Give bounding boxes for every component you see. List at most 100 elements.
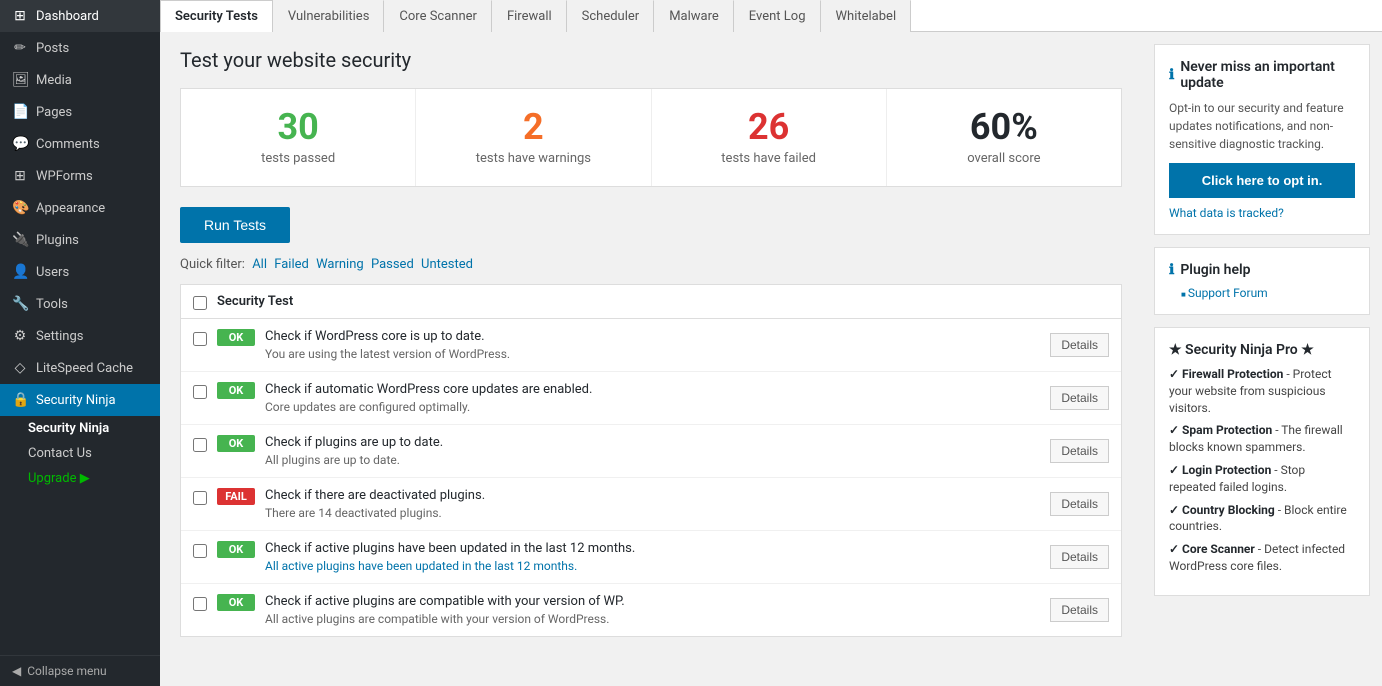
sidebar-item-wpforms[interactable]: ⊞ WPForms — [0, 160, 160, 192]
row-3-badge: OK — [217, 435, 255, 452]
sidebar-item-appearance[interactable]: 🎨 Appearance — [0, 192, 160, 224]
pro-item-4: ✓ Country Blocking - Block entire countr… — [1169, 502, 1355, 536]
row-6-details-button[interactable]: Details — [1050, 598, 1109, 622]
tabs-bar: Security Tests Vulnerabilities Core Scan… — [160, 0, 1382, 32]
row-1-details-button[interactable]: Details — [1050, 333, 1109, 357]
row-3-checkbox[interactable] — [193, 438, 207, 452]
row-3-details-button[interactable]: Details — [1050, 439, 1109, 463]
row-2-details-button[interactable]: Details — [1050, 386, 1109, 410]
stat-label-failed: tests have failed — [662, 151, 876, 166]
pro-item-3: ✓ Login Protection - Stop repeated faile… — [1169, 462, 1355, 496]
row-1-desc: You are using the latest version of Word… — [265, 347, 1040, 361]
right-sidebar: ℹ Never miss an important update Opt-in … — [1142, 32, 1382, 686]
collapse-icon: ◀ — [12, 664, 21, 678]
row-2-checkbox[interactable] — [193, 385, 207, 399]
sidebar-item-comments[interactable]: 💬 Comments — [0, 128, 160, 160]
run-tests-button[interactable]: Run Tests — [180, 207, 290, 243]
posts-icon: ✏ — [12, 40, 28, 56]
security-ninja-icon: 🔒 — [12, 392, 28, 408]
tab-event-log[interactable]: Event Log — [734, 0, 821, 32]
sidebar-sub-upgrade[interactable]: Upgrade ▶ — [0, 466, 160, 491]
tab-vulnerabilities[interactable]: Vulnerabilities — [273, 0, 385, 32]
sidebar-item-users[interactable]: 👤 Users — [0, 256, 160, 288]
sidebar-item-posts[interactable]: ✏ Posts — [0, 32, 160, 64]
stat-number-score: 60% — [897, 109, 1111, 145]
row-4-desc: There are 14 deactivated plugins. — [265, 506, 1040, 520]
sidebar-sub-security-ninja[interactable]: Security Ninja — [0, 416, 160, 441]
row-4-checkbox[interactable] — [193, 491, 207, 505]
stat-number-passed: 30 — [191, 109, 405, 145]
pro-item-2: ✓ Spam Protection - The firewall blocks … — [1169, 422, 1355, 456]
filter-untested[interactable]: Untested — [421, 257, 473, 272]
table-row: FAIL Check if there are deactivated plug… — [181, 478, 1121, 531]
pro-item-1: ✓ Firewall Protection - Protect your web… — [1169, 366, 1355, 416]
quick-filter-label: Quick filter: — [180, 257, 245, 272]
stat-passed: 30 tests passed — [181, 89, 416, 186]
pro-widget: ★ Security Ninja Pro ★ ✓ Firewall Protec… — [1154, 327, 1370, 596]
table-row: OK Check if active plugins have been upd… — [181, 531, 1121, 584]
tab-scheduler[interactable]: Scheduler — [567, 0, 655, 32]
settings-icon: ⚙ — [12, 328, 28, 344]
tests-table: Security Test OK Check if WordPress core… — [180, 284, 1122, 637]
media-icon: 🖼 — [12, 72, 28, 88]
row-2-title: Check if automatic WordPress core update… — [265, 382, 1040, 397]
row-2-desc: Core updates are configured optimally. — [265, 400, 1040, 414]
row-6-checkbox[interactable] — [193, 597, 207, 611]
sidebar-item-pages[interactable]: 📄 Pages — [0, 96, 160, 128]
support-forum-link[interactable]: Support Forum — [1169, 286, 1355, 300]
row-1-title: Check if WordPress core is up to date. — [265, 329, 1040, 344]
select-all-checkbox[interactable] — [193, 296, 207, 310]
stat-label-warnings: tests have warnings — [426, 151, 640, 166]
row-5-details-button[interactable]: Details — [1050, 545, 1109, 569]
sidebar-item-settings[interactable]: ⚙ Settings — [0, 320, 160, 352]
table-row: OK Check if automatic WordPress core upd… — [181, 372, 1121, 425]
plugin-help-title: ℹ Plugin help — [1169, 262, 1355, 278]
table-header-label: Security Test — [217, 294, 293, 309]
row-4-badge: FAIL — [217, 488, 255, 505]
row-5-desc: All active plugins have been updated in … — [265, 559, 1040, 573]
row-4-details-button[interactable]: Details — [1050, 492, 1109, 516]
users-icon: 👤 — [12, 264, 28, 280]
sidebar-item-media[interactable]: 🖼 Media — [0, 64, 160, 96]
sidebar-item-dashboard[interactable]: ⊞ Dashboard — [0, 0, 160, 32]
filter-passed[interactable]: Passed — [371, 257, 414, 272]
row-1-checkbox[interactable] — [193, 332, 207, 346]
table-row: OK Check if active plugins are compatibl… — [181, 584, 1121, 636]
plugin-help-info-icon: ℹ — [1169, 262, 1174, 278]
dashboard-icon: ⊞ — [12, 8, 28, 24]
tab-core-scanner[interactable]: Core Scanner — [384, 0, 492, 32]
tab-malware[interactable]: Malware — [654, 0, 734, 32]
filter-failed[interactable]: Failed — [274, 257, 309, 272]
what-data-link[interactable]: What data is tracked? — [1169, 206, 1355, 220]
tab-security-tests[interactable]: Security Tests — [160, 0, 273, 32]
row-3-title: Check if plugins are up to date. — [265, 435, 1040, 450]
sidebar-item-security-ninja[interactable]: 🔒 Security Ninja — [0, 384, 160, 416]
stat-score: 60% overall score — [887, 89, 1121, 186]
pages-icon: 📄 — [12, 104, 28, 120]
filter-warning[interactable]: Warning — [316, 257, 364, 272]
sidebar-item-litespeed[interactable]: ◇ LiteSpeed Cache — [0, 352, 160, 384]
row-5-checkbox[interactable] — [193, 544, 207, 558]
quick-filter: Quick filter: All Failed Warning Passed … — [180, 257, 1122, 272]
info-icon: ℹ — [1169, 67, 1174, 83]
sidebar-item-tools[interactable]: 🔧 Tools — [0, 288, 160, 320]
sidebar-sub-contact[interactable]: Contact Us — [0, 441, 160, 466]
update-widget: ℹ Never miss an important update Opt-in … — [1154, 44, 1370, 235]
tab-whitelabel[interactable]: Whitelabel — [821, 0, 912, 32]
stat-failed: 26 tests have failed — [652, 89, 887, 186]
stat-warnings: 2 tests have warnings — [416, 89, 651, 186]
filter-all[interactable]: All — [252, 257, 267, 272]
sidebar-item-plugins[interactable]: 🔌 Plugins — [0, 224, 160, 256]
content-area: Test your website security 30 tests pass… — [160, 32, 1382, 686]
opt-in-button[interactable]: Click here to opt in. — [1169, 163, 1355, 198]
stat-label-passed: tests passed — [191, 151, 405, 166]
row-1-badge: OK — [217, 329, 255, 346]
stat-number-failed: 26 — [662, 109, 876, 145]
row-2-badge: OK — [217, 382, 255, 399]
pro-item-5: ✓ Core Scanner - Detect infected WordPre… — [1169, 541, 1355, 575]
tab-firewall[interactable]: Firewall — [492, 0, 567, 32]
collapse-menu[interactable]: ◀ Collapse menu — [0, 655, 160, 686]
plugins-icon: 🔌 — [12, 232, 28, 248]
row-5-title: Check if active plugins have been update… — [265, 541, 1040, 556]
update-widget-title: ℹ Never miss an important update — [1169, 59, 1355, 91]
